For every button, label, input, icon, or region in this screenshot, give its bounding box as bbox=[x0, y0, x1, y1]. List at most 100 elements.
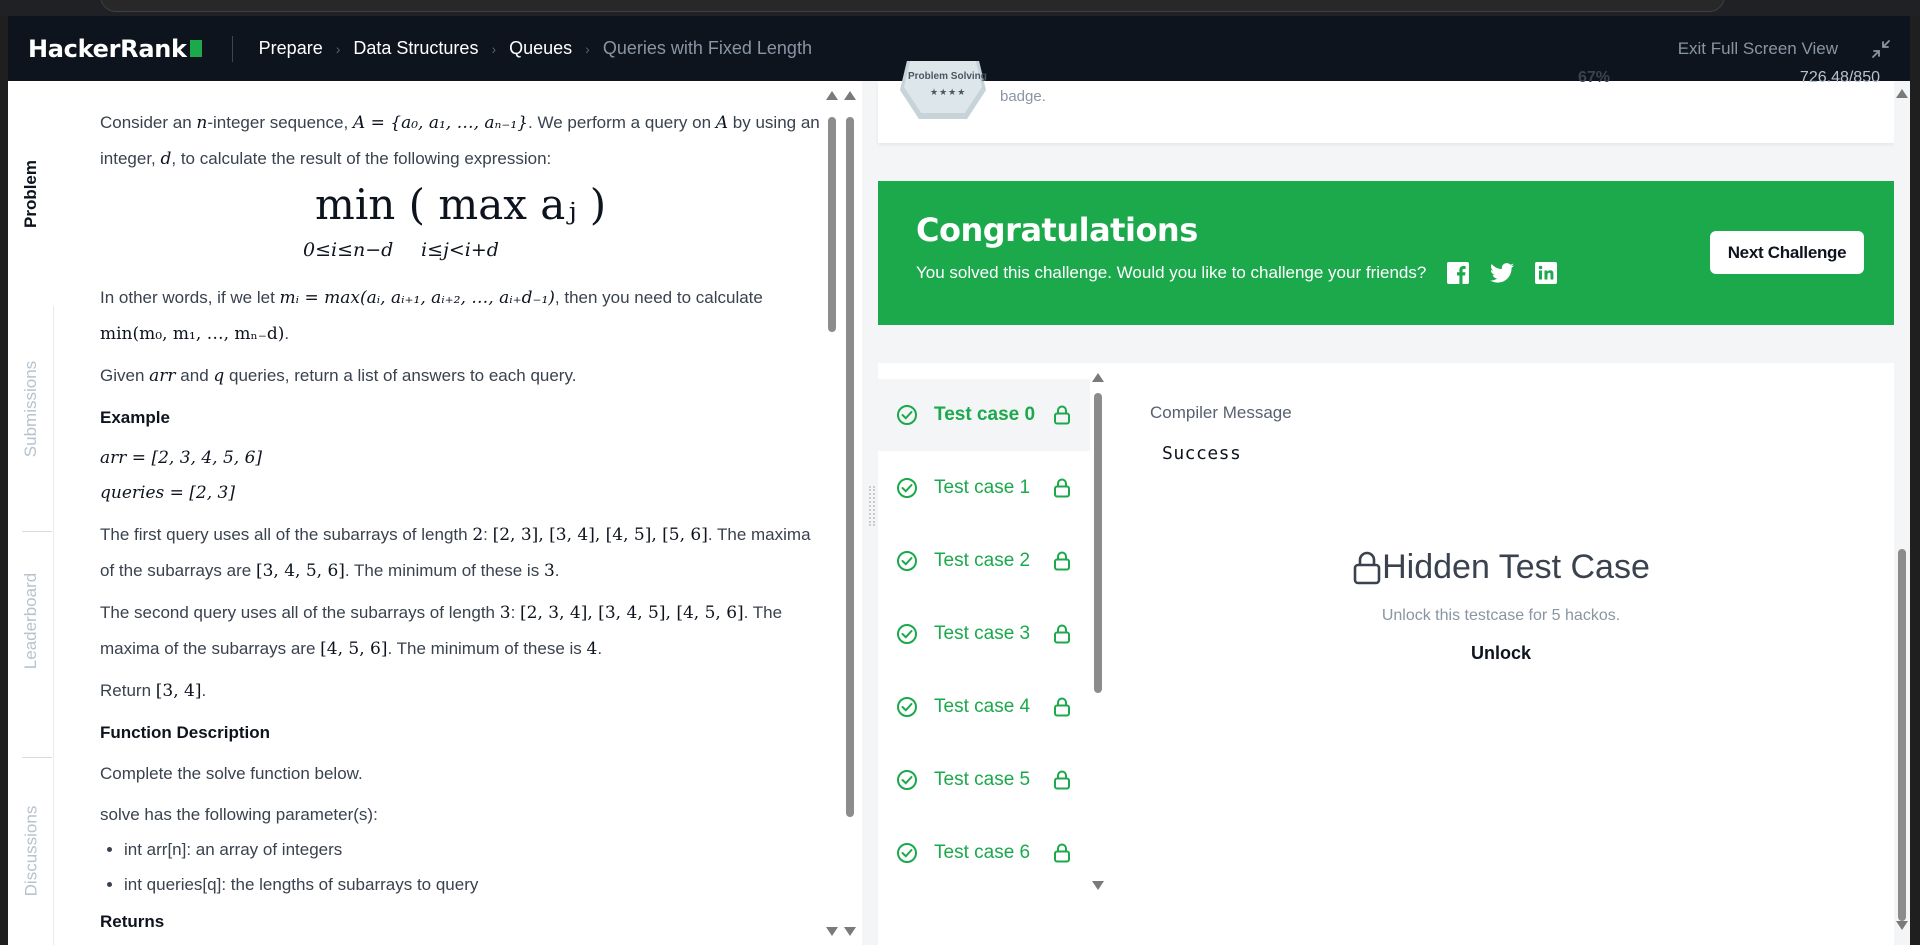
example-heading: Example bbox=[100, 408, 170, 427]
chevron-right-icon: › bbox=[491, 40, 497, 57]
formula-main: min ( max aⱼ ) bbox=[315, 180, 607, 229]
math-n: n bbox=[196, 113, 208, 133]
linkedin-icon[interactable] bbox=[1534, 261, 1558, 285]
facebook-icon[interactable] bbox=[1446, 261, 1470, 285]
math-min: min(m₀, m₁, …, mₙ₋d) bbox=[100, 324, 285, 344]
text: , then you need to calculate bbox=[554, 288, 763, 307]
problem-content: Consider an n-integer sequence, A = {a₀,… bbox=[100, 105, 825, 945]
test-case-scrollbar[interactable] bbox=[1092, 369, 1104, 890]
test-case-item[interactable]: Test case 1 bbox=[878, 452, 1090, 524]
test-case-item[interactable]: Test case 5 bbox=[878, 744, 1090, 816]
breadcrumb-queues[interactable]: Queues bbox=[509, 38, 572, 59]
congrats-title: Congratulations bbox=[916, 211, 1198, 249]
text: . bbox=[554, 561, 560, 580]
function-description-heading: Function Description bbox=[100, 723, 270, 742]
check-circle-icon bbox=[897, 478, 917, 498]
badge-description: badge. bbox=[1000, 88, 1046, 105]
problem-scrollbar[interactable] bbox=[826, 87, 838, 939]
scroll-down-arrow-icon[interactable] bbox=[1092, 881, 1104, 890]
text: : bbox=[510, 603, 516, 622]
hackerrank-logo[interactable]: HackerRank bbox=[28, 35, 202, 63]
unlock-button[interactable]: Unlock bbox=[1100, 643, 1902, 664]
tab-submissions[interactable]: Submissions bbox=[8, 319, 54, 499]
scroll-thumb[interactable] bbox=[1898, 549, 1906, 921]
test-case-item[interactable]: Test case 0 bbox=[878, 379, 1090, 451]
minimize-icon[interactable] bbox=[1870, 38, 1892, 60]
text: The second query uses all of the subarra… bbox=[100, 603, 496, 622]
text: Return bbox=[100, 681, 152, 700]
tab-divider bbox=[22, 531, 52, 532]
scroll-thumb[interactable] bbox=[846, 117, 854, 817]
math-q: q bbox=[213, 366, 225, 386]
scroll-up-arrow-icon[interactable] bbox=[826, 91, 838, 100]
text: . bbox=[201, 681, 207, 700]
scroll-up-arrow-icon[interactable] bbox=[1092, 373, 1104, 382]
breadcrumb-data-structures[interactable]: Data Structures bbox=[353, 38, 478, 59]
second-query-paragraph: The second query uses all of the subarra… bbox=[100, 595, 825, 667]
compiler-message: Success bbox=[1162, 443, 1242, 464]
params-intro: solve has the following parameter(s): bbox=[100, 805, 378, 824]
param-item: int arr[n]: an array of integers bbox=[124, 832, 825, 867]
page-scrollbar[interactable] bbox=[1894, 81, 1910, 945]
test-case-item[interactable]: Test case 3 bbox=[878, 598, 1090, 670]
lock-icon bbox=[1054, 478, 1070, 498]
hidden-test-case-heading: Hidden Test Case bbox=[878, 548, 1902, 587]
tab-discussions[interactable]: Discussions bbox=[8, 771, 54, 931]
exit-full-screen-link[interactable]: Exit Full Screen View bbox=[1678, 39, 1838, 59]
address-bar[interactable] bbox=[100, 0, 1725, 12]
problem-statement-panel: Consider an n-integer sequence, A = {a₀,… bbox=[54, 81, 862, 945]
twitter-icon[interactable] bbox=[1490, 261, 1514, 285]
badge-score: 726.48/850 bbox=[1799, 69, 1880, 86]
tab-leaderboard[interactable]: Leaderboard bbox=[8, 541, 54, 701]
params-list: int arr[n]: an array of integers int que… bbox=[124, 832, 825, 902]
math-sequence: A = {a₀, a₁, …, aₙ₋₁} bbox=[352, 113, 529, 133]
returns-heading: Returns bbox=[100, 912, 165, 931]
math-mi: mᵢ = max(aᵢ, aᵢ₊₁, aᵢ₊₂, …, aᵢ₊d₋₁) bbox=[279, 288, 555, 308]
check-circle-icon bbox=[897, 843, 917, 863]
breadcrumb-prepare[interactable]: Prepare bbox=[259, 38, 323, 59]
math-value: [4, 5, 6] bbox=[320, 639, 388, 659]
badge-percent: 67% bbox=[1578, 69, 1611, 86]
lock-icon bbox=[1054, 405, 1070, 425]
test-case-label: Test case 0 bbox=[934, 404, 1036, 425]
badge-stars: ★★★★ bbox=[930, 87, 967, 97]
test-case-item[interactable]: Test case 6 bbox=[878, 817, 1090, 889]
chevron-right-icon: › bbox=[585, 40, 590, 57]
math-value: 4 bbox=[586, 639, 598, 659]
text: . We perform a query on bbox=[528, 113, 712, 132]
math-d: d bbox=[160, 149, 172, 169]
outer-scrollbar[interactable] bbox=[844, 87, 856, 939]
logo-text: HackerRank bbox=[28, 34, 187, 63]
problem-intro: Consider an n-integer sequence, A = {a₀,… bbox=[100, 105, 825, 177]
next-challenge-button[interactable]: Next Challenge bbox=[1710, 231, 1864, 274]
tab-problem-label: Problem bbox=[21, 159, 40, 228]
hidden-test-case-title: Hidden Test Case bbox=[1382, 548, 1650, 586]
scroll-up-arrow-icon[interactable] bbox=[1896, 89, 1908, 98]
check-circle-icon bbox=[897, 405, 917, 425]
tab-leaderboard-label: Leaderboard bbox=[21, 572, 41, 670]
text: . bbox=[597, 639, 603, 658]
drag-handle-icon[interactable] bbox=[869, 486, 875, 526]
scroll-down-arrow-icon[interactable] bbox=[844, 927, 856, 936]
math-arr: arr bbox=[149, 366, 176, 386]
math-value: [2, 3], [3, 4], [4, 5], [5, 6] bbox=[492, 525, 708, 545]
tab-problem[interactable]: Problem bbox=[8, 81, 54, 306]
math-A: A bbox=[715, 113, 729, 133]
check-circle-icon bbox=[897, 624, 917, 644]
math-value: [3, 4] bbox=[155, 681, 202, 701]
test-case-label: Test case 6 bbox=[934, 842, 1031, 863]
text: and bbox=[180, 366, 209, 385]
text: . The minimum of these is bbox=[344, 561, 540, 580]
test-case-item[interactable]: Test case 4 bbox=[878, 671, 1090, 743]
lock-icon bbox=[1054, 697, 1070, 717]
breadcrumb-current: Queries with Fixed Length bbox=[602, 38, 812, 58]
results-panel: Problem Solving ★★★★ badge. 67% 726.48/8… bbox=[878, 61, 1902, 945]
text: The first query uses all of the subarray… bbox=[100, 525, 468, 544]
text: queries, return a list of answers to eac… bbox=[229, 366, 577, 385]
scroll-thumb[interactable] bbox=[828, 117, 836, 332]
math-value: 3 bbox=[543, 561, 555, 581]
math-value: [2, 3, 4], [3, 4, 5], [4, 5, 6] bbox=[520, 603, 744, 623]
scroll-down-arrow-icon[interactable] bbox=[826, 927, 838, 936]
scroll-down-arrow-icon[interactable] bbox=[1896, 921, 1908, 930]
scroll-up-arrow-icon[interactable] bbox=[844, 91, 856, 100]
